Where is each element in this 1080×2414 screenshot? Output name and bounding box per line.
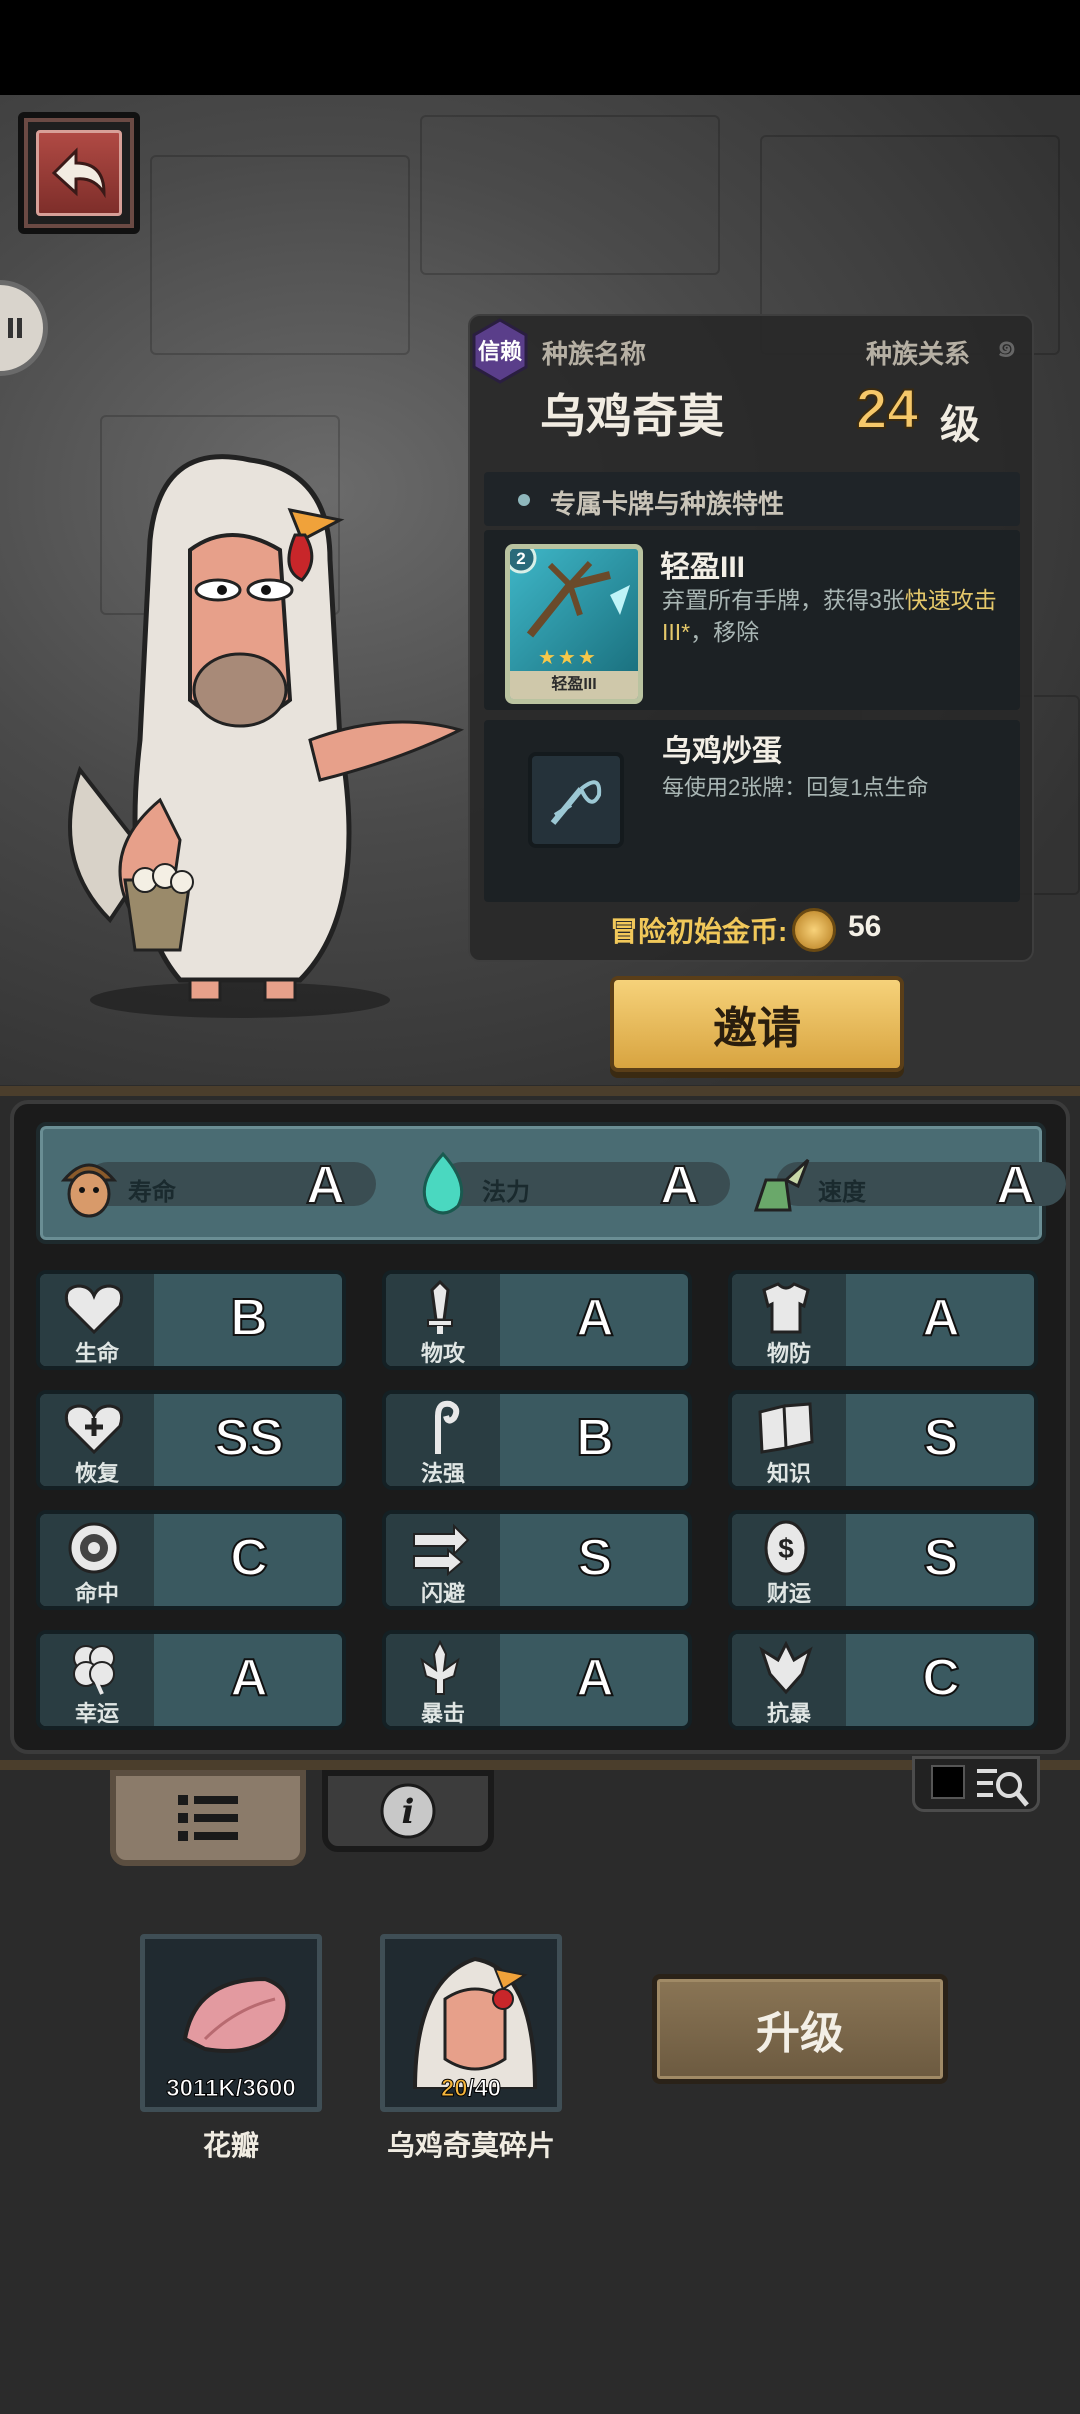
heart-plus-icon <box>64 1404 124 1455</box>
shield-burst-icon <box>759 1640 813 1695</box>
shard-name: 乌鸡奇莫碎片 <box>386 2130 555 2161</box>
material-shard[interactable]: 20/40 <box>380 1934 562 2112</box>
search-list-icon <box>977 1769 1029 1807</box>
target-icon <box>68 1522 120 1574</box>
swirl-ornament-icon: ๑ <box>996 327 1018 365</box>
frame-trim-top <box>0 1086 1080 1096</box>
trait-title: 乌鸡炒蛋 <box>662 735 782 768</box>
bullet-icon <box>518 494 530 506</box>
svg-text:$: $ <box>778 1533 794 1564</box>
back-button[interactable] <box>18 112 140 234</box>
race-name-label: 种族名称 <box>542 339 647 369</box>
chicken-character-portrait <box>68 454 465 1018</box>
sword-icon <box>427 1280 453 1334</box>
section-title: 专属卡牌与种族特性 <box>550 489 785 519</box>
stat-dodge[interactable]: 闪避 S <box>382 1510 692 1610</box>
trait-description: 每使用2张牌：回复1点生命 <box>662 775 929 800</box>
checkbox-icon[interactable] <box>931 1765 965 1799</box>
material-petal[interactable]: 3011K/3600 <box>140 1934 322 2112</box>
stat-critical[interactable]: 暴击 A <box>382 1630 692 1730</box>
stat-knowledge[interactable]: 知识 S <box>728 1390 1038 1490</box>
card-description: 弃置所有手牌，获得3张快速攻击III*，移除 <box>662 587 997 645</box>
stat-critical-resist[interactable]: 抗暴 C <box>728 1630 1038 1730</box>
whisk-trait-icon <box>528 752 624 848</box>
trust-badge-label: 信赖 <box>477 339 522 364</box>
chicken-portrait-icon <box>412 1956 538 2091</box>
mana-flame-icon <box>422 1151 464 1215</box>
stat-accuracy[interactable]: 命中 C <box>36 1510 346 1610</box>
tab-info[interactable]: i <box>322 1770 494 1852</box>
coin-icon: $ <box>764 1520 808 1576</box>
card-ribbon-label: 轻盈III <box>510 671 638 699</box>
acorn-character-icon <box>60 1163 118 1218</box>
tab-attribute-list[interactable] <box>110 1770 306 1866</box>
svg-text:i: i <box>402 1792 415 1832</box>
stat-recovery[interactable]: 恢复 SS <box>36 1390 346 1490</box>
book-icon <box>758 1402 814 1454</box>
summary-speed: 速度 A <box>746 1150 1066 1220</box>
winged-boot-icon <box>753 1158 810 1212</box>
filter-search-control[interactable] <box>912 1756 1040 1812</box>
petal-icon <box>182 1976 290 2053</box>
armor-icon <box>762 1282 810 1334</box>
back-arrow-icon <box>36 130 122 216</box>
list-icon <box>178 1795 238 1841</box>
stat-physical-attack[interactable]: 物攻 A <box>382 1270 692 1370</box>
race-level: 24 <box>855 376 919 441</box>
staff-icon <box>435 1400 460 1454</box>
stat-physical-defense[interactable]: 物防 A <box>728 1270 1038 1370</box>
upgrade-button[interactable]: 升级 <box>652 1974 948 2084</box>
pause-icon <box>8 318 22 338</box>
info-icon: i <box>380 1783 436 1839</box>
material-count: 3011K/3600 <box>166 2075 296 2103</box>
clover-icon <box>73 1645 115 1695</box>
race-relation-label: 种族关系 <box>866 339 971 369</box>
material-name: 花瓣 <box>202 2130 259 2161</box>
card-stars: ★★★ <box>538 647 598 669</box>
invite-button[interactable]: 邀请 <box>610 976 904 1072</box>
summary-mana: 法力 A <box>410 1150 730 1220</box>
stat-fortune[interactable]: $ 财运 S <box>728 1510 1038 1610</box>
trust-badge: 信赖 <box>470 318 530 384</box>
starting-gold-value: 56 <box>848 910 882 943</box>
dodge-arrows-icon <box>413 1523 470 1576</box>
summary-lifespan: 寿命 A <box>56 1150 376 1220</box>
exclusive-card[interactable]: 2 ★★★ 轻盈III <box>505 544 643 704</box>
race-name: 乌鸡奇莫 <box>540 390 724 442</box>
gold-coin-icon <box>792 908 836 952</box>
critical-icon <box>420 1640 460 1695</box>
stat-hp[interactable]: 生命 B <box>36 1270 346 1370</box>
status-bar <box>0 0 1080 95</box>
stat-magic-power[interactable]: 法强 B <box>382 1390 692 1490</box>
shard-count: 20/40 <box>440 2075 502 2103</box>
bird-claw-art-icon <box>526 560 630 638</box>
starting-gold-label: 冒险初始金币: <box>610 916 788 947</box>
section-header: 专属卡牌与种族特性 <box>484 472 1020 526</box>
card-title: 轻盈III <box>660 551 746 584</box>
stat-luck[interactable]: 幸运 A <box>36 1630 346 1730</box>
heart-icon <box>64 1284 124 1335</box>
race-level-unit: 级 <box>940 403 980 447</box>
